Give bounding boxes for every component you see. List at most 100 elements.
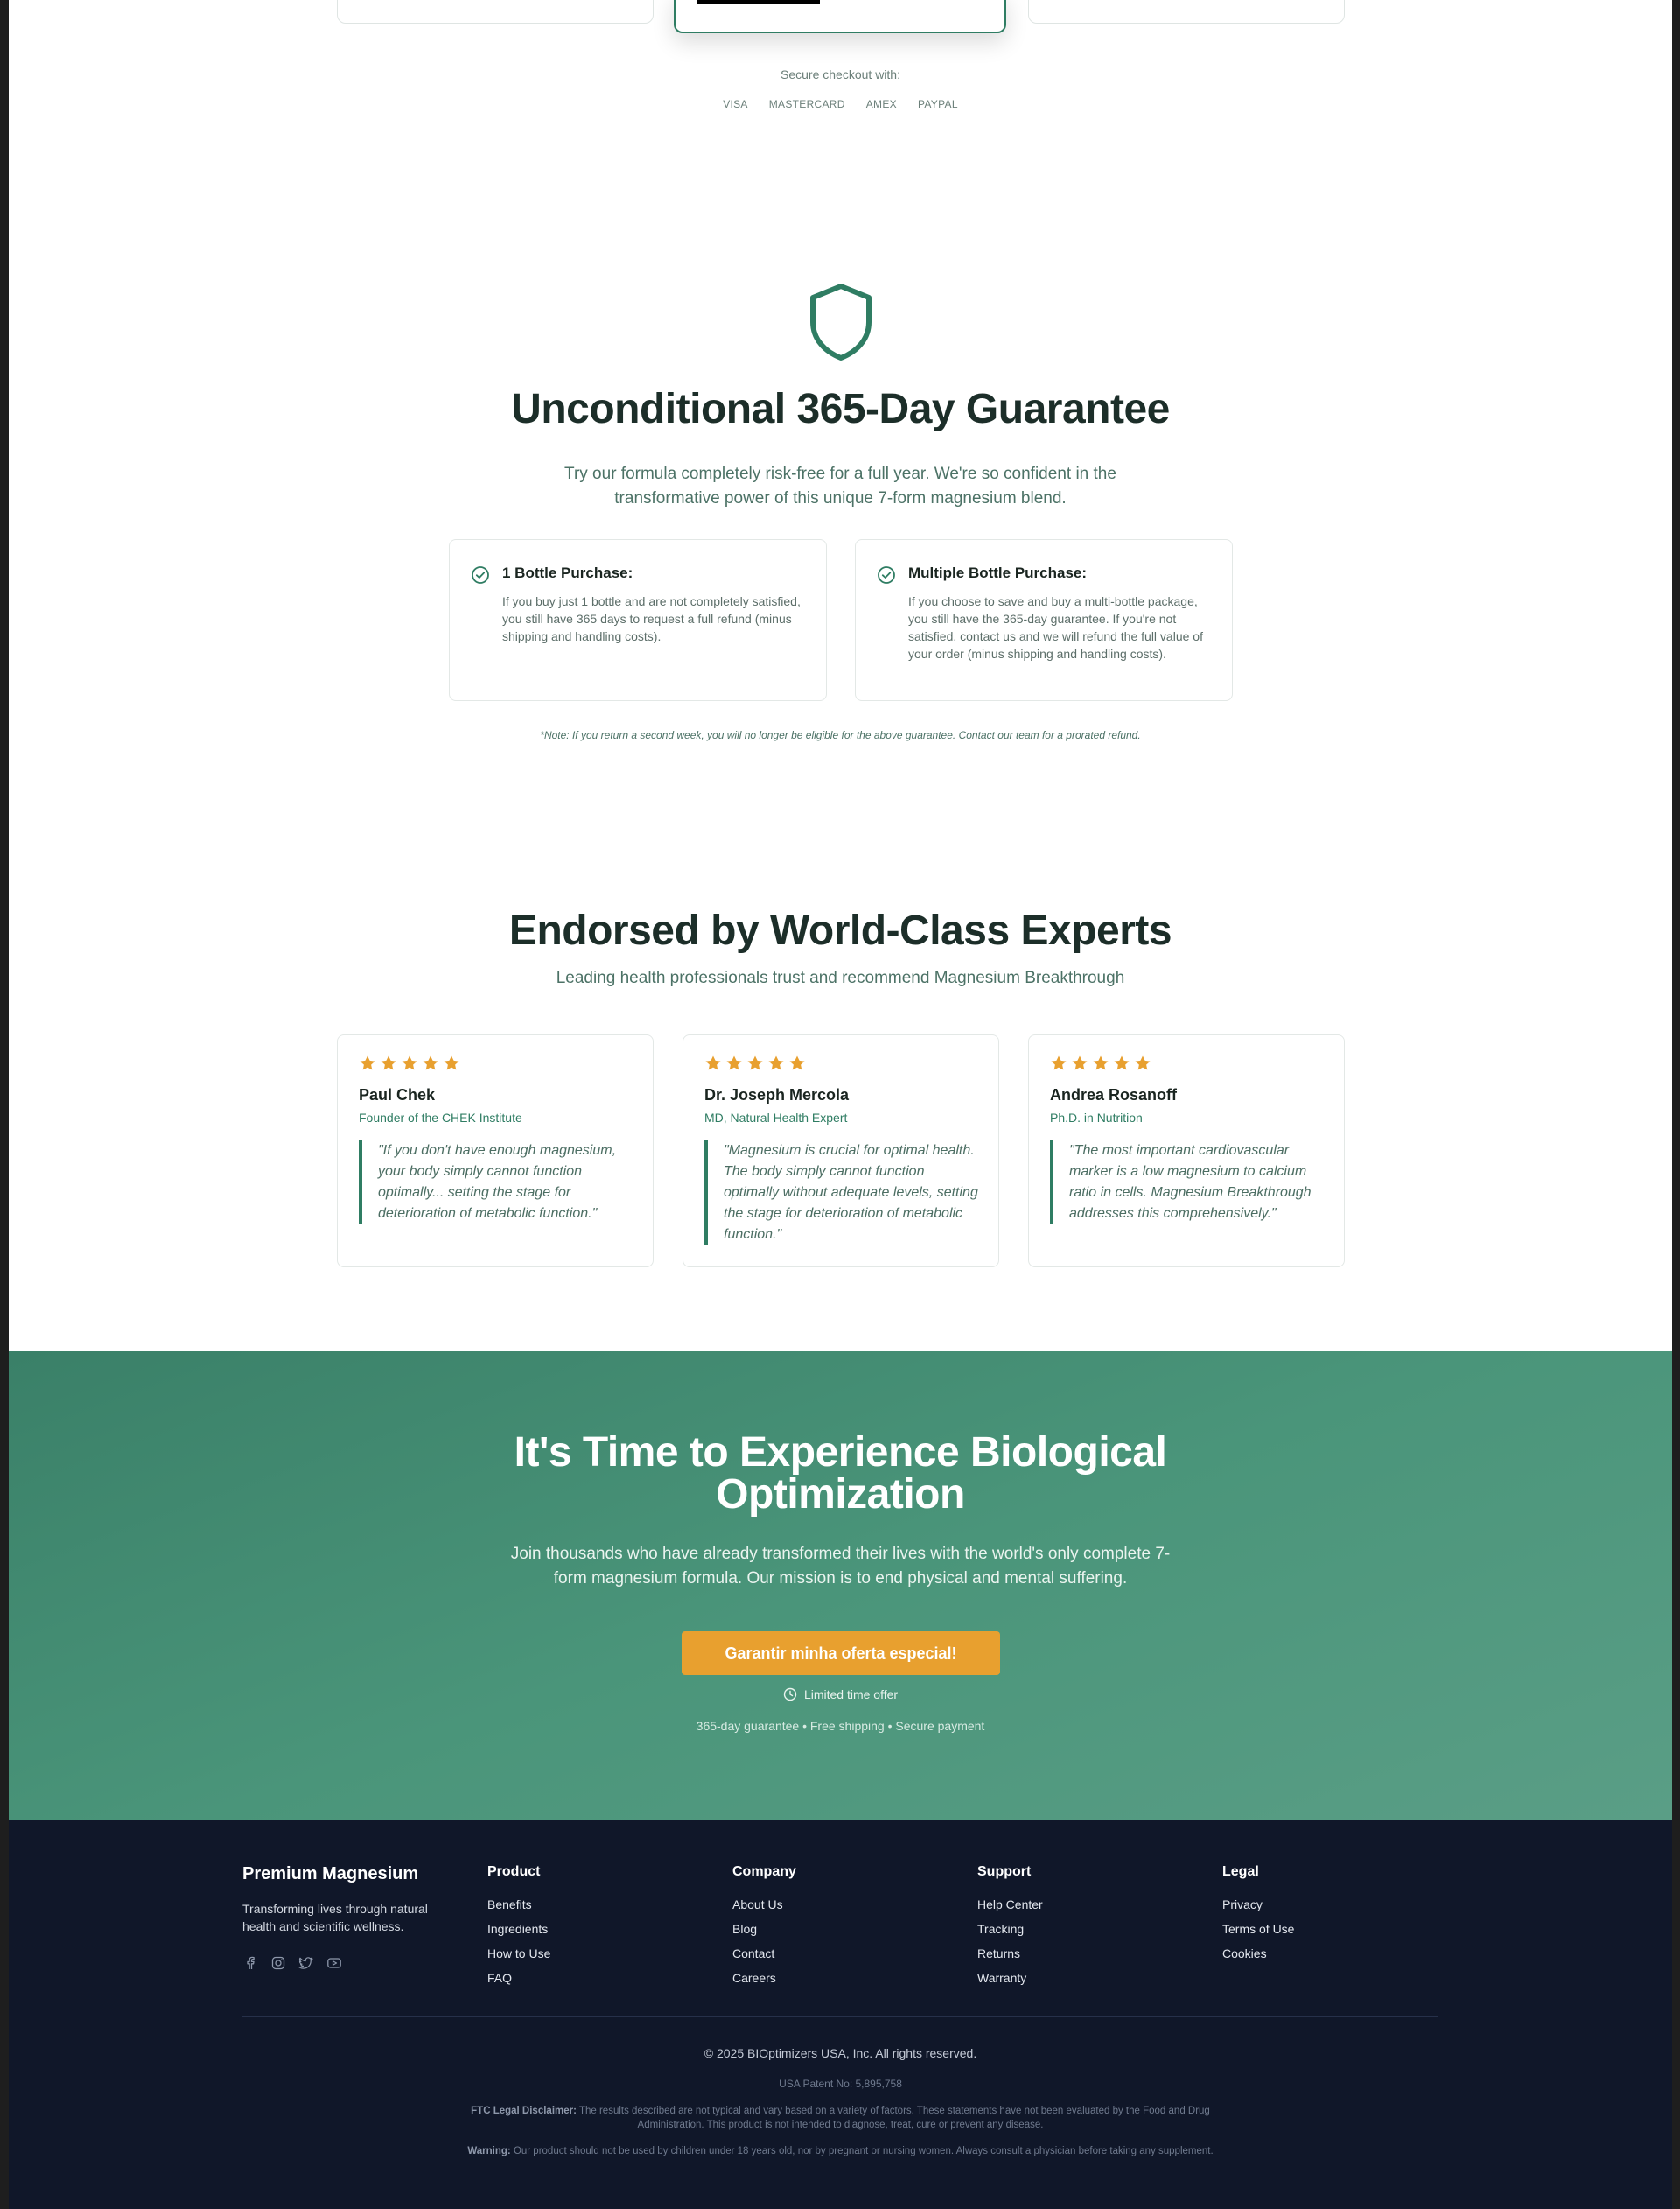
check-circle-icon [878,566,895,584]
pricing-card-basic[interactable] [337,0,654,24]
footer-link-contact[interactable]: Contact [732,1946,796,1960]
expert-quote: "Magnesium is crucial for optimal health… [704,1140,983,1245]
social-links [242,1955,342,1971]
cta-offer-button[interactable]: Garantir minha oferta especial! [682,1631,1000,1675]
expert-role: Ph.D. in Nutrition [1050,1111,1143,1125]
star-icon [444,1055,459,1070]
footer-column-support: Support Help Center Tracking Returns War… [977,1864,1043,1995]
footer-column-title: Support [977,1864,1032,1879]
star-icon [1072,1055,1088,1070]
experts-title: Endorsed by World-Class Experts [508,908,1172,954]
footer-link-cookies[interactable]: Cookies [1222,1946,1294,1960]
footer-divider [242,2016,1438,2017]
footer-link-faq[interactable]: FAQ [487,1971,550,1985]
cta-perks: 365-day guarantee • Free shipping • Secu… [696,1719,985,1733]
guarantee-subtitle: Try our formula completely risk-free for… [564,465,1116,508]
payment-methods: VISA MASTERCARD AMEX PAYPAL [9,98,1672,110]
footer-column-product: Product Benefits Ingredients How to Use … [487,1864,550,1995]
ftc-disclaimer: FTC Legal Disclaimer: The results descri… [446,2104,1235,2132]
payment-method-visa: VISA [723,98,748,110]
footer-column-legal: Legal Privacy Terms of Use Cookies [1222,1864,1294,1971]
footer-link-benefits[interactable]: Benefits [487,1897,550,1911]
footer-link-warranty[interactable]: Warranty [977,1971,1043,1985]
warning-disclaimer: Warning: Our product should not be used … [446,2144,1235,2158]
footer-link-terms[interactable]: Terms of Use [1222,1922,1294,1936]
cta-section: It's Time to Experience Biological Optim… [9,1351,1672,1820]
expert-card: Paul Chek Founder of the CHEK Institute … [337,1034,654,1267]
guarantee-card-text: If you choose to save and buy a multi-bo… [908,594,1203,661]
footer-patent: USA Patent No: 5,895,758 [779,2078,902,2090]
expert-card: Andrea Rosanoff Ph.D. in Nutrition "The … [1028,1034,1345,1267]
instagram-icon[interactable] [270,1955,286,1971]
footer-link-privacy[interactable]: Privacy [1222,1897,1294,1911]
footer-link-help-center[interactable]: Help Center [977,1897,1043,1911]
star-icon [402,1055,417,1070]
expert-card: Dr. Joseph Mercola MD, Natural Health Ex… [682,1034,999,1267]
star-icon [726,1055,742,1070]
footer-link-returns[interactable]: Returns [977,1946,1043,1960]
expert-quote: "If you don't have enough magnesium, you… [359,1140,637,1224]
expert-name: Andrea Rosanoff [1050,1086,1178,1104]
guarantee-card-title: Multiple Bottle Purchase: [908,565,1088,581]
footer-tagline: Transforming lives through natural healt… [242,1902,428,1933]
star-icon [1135,1055,1151,1070]
guarantee-card-text: If you buy just 1 bottle and are not com… [502,594,801,643]
star-rating [704,1055,806,1072]
limited-offer: Limited time offer [9,1687,1672,1701]
expert-role: Founder of the CHEK Institute [359,1111,522,1125]
guarantee-title: Unconditional 365-Day Guarantee [511,386,1170,432]
warning-label: Warning: [467,2146,511,2156]
footer-copyright: © 2025 BIOptimizers USA, Inc. All rights… [704,2046,977,2060]
footer-link-how-to-use[interactable]: How to Use [487,1946,550,1960]
warning-text: Our product should not be used by childr… [513,2146,1214,2156]
guarantee-card-single: 1 Bottle Purchase: If you buy just 1 bot… [449,539,827,701]
facebook-icon[interactable] [242,1955,258,1971]
star-icon [1093,1055,1109,1070]
star-icon [381,1055,396,1070]
experts-subtitle: Leading health professionals trust and r… [556,969,1125,987]
check-circle-icon [472,566,489,584]
twitter-icon[interactable] [298,1955,314,1971]
star-rating [1050,1055,1152,1072]
payment-method-paypal: PAYPAL [917,98,958,110]
star-icon [1051,1055,1067,1070]
footer-column-title: Company [732,1864,796,1879]
guarantee-card-multiple: Multiple Bottle Purchase: If you choose … [855,539,1233,701]
footer-column-company: Company About Us Blog Contact Careers [732,1864,796,1995]
pricing-card-premium[interactable] [1028,0,1345,24]
expert-quote: "The most important cardiovascular marke… [1050,1140,1328,1224]
star-icon [789,1055,805,1070]
cta-title: It's Time to Experience Biological Optim… [9,1432,1672,1516]
footer-link-about-us[interactable]: About Us [732,1897,796,1911]
footer-link-tracking[interactable]: Tracking [977,1922,1043,1936]
expert-name: Paul Chek [359,1086,436,1104]
clock-icon [783,1687,797,1701]
guarantee-note: *Note: If you return a second week, you … [540,729,1141,741]
footer-link-ingredients[interactable]: Ingredients [487,1922,550,1936]
star-icon [768,1055,784,1070]
star-icon [1114,1055,1130,1070]
cta-title-line-1: It's Time to Experience Biological [514,1429,1167,1476]
guarantee-card-title: 1 Bottle Purchase: [502,565,634,581]
shield-icon [810,284,872,361]
cta-subtitle: Join thousands who have already transfor… [510,1545,1171,1588]
star-icon [360,1055,375,1070]
footer-column-title: Product [487,1864,541,1879]
star-icon [705,1055,721,1070]
pricing-card-featured[interactable] [674,0,1006,33]
youtube-icon[interactable] [326,1955,342,1971]
payment-method-mastercard: MASTERCARD [768,98,845,110]
footer-link-careers[interactable]: Careers [732,1971,796,1985]
ftc-disclaimer-text: The results described are not typical an… [578,2106,1210,2130]
star-icon [747,1055,763,1070]
cta-title-line-2: Optimization [716,1471,965,1518]
expert-role: MD, Natural Health Expert [704,1111,848,1125]
footer-column-title: Legal [1222,1864,1259,1879]
secure-checkout-label: Secure checkout with: [780,67,900,81]
footer: Premium Magnesium Transforming lives thr… [9,1820,1672,2209]
footer-brand: Premium Magnesium [242,1864,419,1883]
ftc-disclaimer-label: FTC Legal Disclaimer: [471,2106,577,2116]
footer-link-blog[interactable]: Blog [732,1922,796,1936]
expert-name: Dr. Joseph Mercola [704,1086,850,1104]
payment-method-amex: AMEX [865,98,897,110]
